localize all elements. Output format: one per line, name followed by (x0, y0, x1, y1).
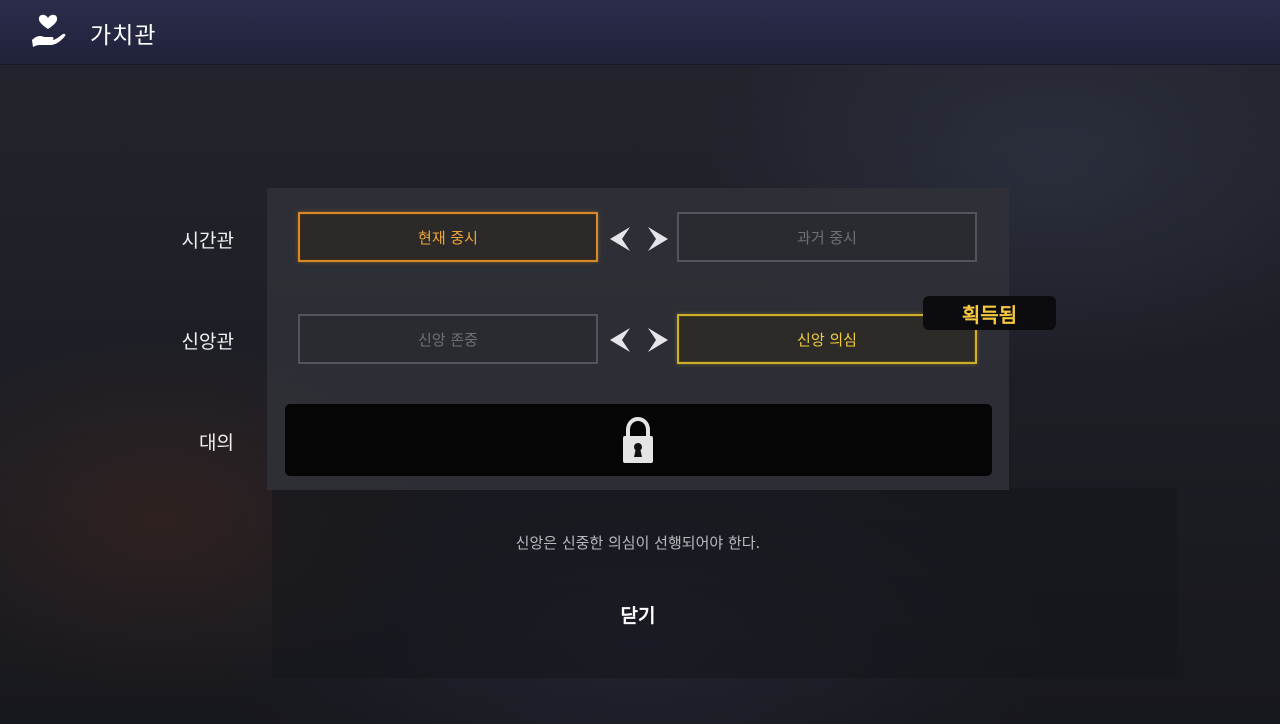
option-present-focus[interactable]: 현재 중시 (298, 212, 598, 262)
row-label-faith: 신앙관 (181, 331, 234, 353)
acquired-badge: 획득됨 (923, 296, 1056, 330)
value-description: 신앙은 신중한 의심이 선행되어야 한다. (515, 534, 761, 552)
row-label-time: 시간관 (181, 230, 234, 252)
background-shadow-panel (272, 488, 1177, 678)
arrow-left-icon[interactable] (606, 326, 632, 354)
arrow-left-icon[interactable] (606, 225, 632, 253)
heart-hand-icon (32, 14, 66, 47)
option-past-focus[interactable]: 과거 중시 (677, 212, 977, 262)
header-bar: 가치관 (0, 0, 1280, 65)
close-button[interactable]: 닫기 (598, 600, 678, 632)
row-label-cause: 대의 (199, 432, 234, 454)
option-faith-respect[interactable]: 신앙 존중 (298, 314, 598, 364)
page-title: 가치관 (90, 23, 157, 49)
padlock-icon (623, 417, 653, 463)
arrow-right-icon[interactable] (646, 326, 672, 354)
arrow-right-icon[interactable] (646, 225, 672, 253)
